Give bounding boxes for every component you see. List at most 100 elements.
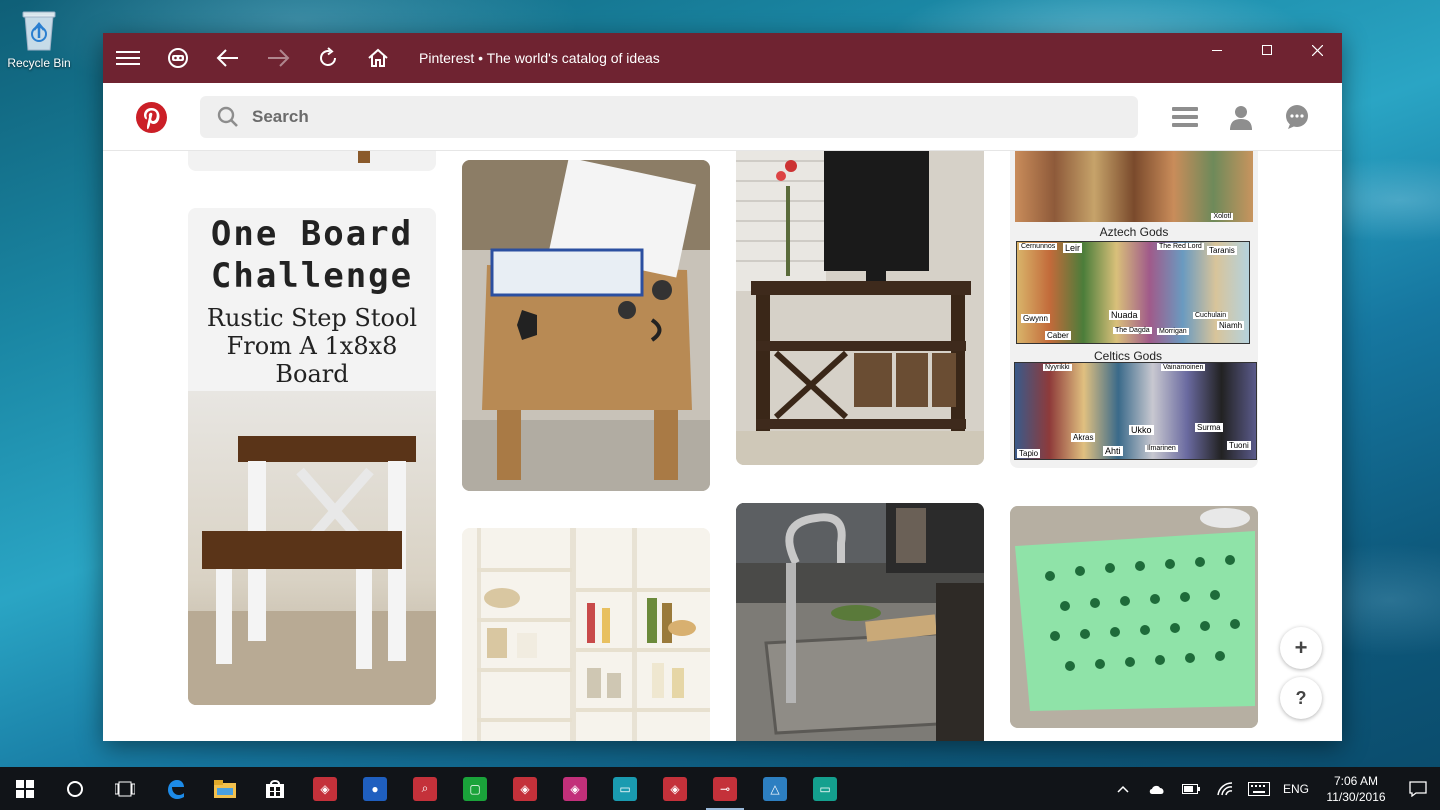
language-indicator[interactable]: ENG (1276, 767, 1316, 810)
action-center-button[interactable] (1396, 767, 1440, 810)
god-name-label: Surma (1195, 423, 1223, 432)
cortana-button[interactable] (50, 767, 100, 810)
taskbar-app[interactable]: ▭ (600, 767, 650, 810)
taskbar-store[interactable] (250, 767, 300, 810)
taskbar-edge[interactable] (150, 767, 200, 810)
search-bar[interactable] (200, 96, 1138, 138)
cortana-icon (67, 780, 83, 797)
pin-image-step-stool (188, 391, 436, 705)
messages-button[interactable] (1280, 101, 1314, 133)
app-red-3-icon: ◈ (663, 776, 687, 801)
close-icon (1311, 44, 1323, 56)
forward-button[interactable] (253, 33, 303, 83)
system-tray: ENG 7:06 AM 11/30/2016 (1106, 767, 1440, 810)
god-name-label: Akras (1071, 433, 1096, 442)
taskbar-app[interactable]: ◈ (500, 767, 550, 810)
pin-card-tv-stand[interactable] (736, 151, 984, 465)
bot-button[interactable] (153, 33, 203, 83)
start-icon (16, 779, 34, 798)
god-name-label: Tapio (1017, 449, 1041, 458)
pin-image-gods-row1: Xolotl (1015, 151, 1253, 222)
pin-card-kitchen-sink[interactable] (736, 503, 984, 741)
clock[interactable]: 7:06 AM 11/30/2016 (1316, 773, 1396, 805)
god-name-label: The Red Lord (1157, 243, 1204, 250)
help-button[interactable]: ? (1280, 677, 1322, 719)
pin-card-pantry[interactable] (462, 528, 710, 741)
battery-button[interactable] (1174, 767, 1208, 810)
pin-caption-aztec: Aztech Gods (1099, 225, 1169, 239)
god-name-label: Ahti (1103, 446, 1123, 456)
search-input[interactable] (252, 107, 1052, 127)
taskbar-app[interactable]: ▭ (800, 767, 850, 810)
god-name-label: Ukko (1129, 425, 1154, 435)
pin-subtitle-2: From A 1x8x8 Board (226, 332, 398, 388)
taskbar-app[interactable]: △ (750, 767, 800, 810)
profile-button[interactable] (1224, 101, 1258, 133)
god-name-label: Leir (1063, 243, 1083, 253)
keyboard-icon (1248, 781, 1270, 796)
taskbar-app[interactable]: ● (350, 767, 400, 810)
keyboard-button[interactable] (1242, 767, 1276, 810)
file-explorer-icon (214, 779, 236, 798)
maximize-button[interactable] (1242, 33, 1292, 67)
menu-icon (116, 51, 140, 65)
taskbar-file-explorer[interactable] (200, 767, 250, 810)
pin-image-pantry (462, 528, 710, 741)
taskbar-app[interactable]: ◈ (300, 767, 350, 810)
pin-image-cooler (462, 160, 710, 491)
god-name-label: Caber (1045, 331, 1071, 340)
pinterest-window: Pinterest • The world's catalog of ideas (103, 33, 1342, 741)
taskbar-app-pinterest[interactable]: ⊸ (700, 767, 750, 810)
show-hidden-icons-button[interactable] (1106, 767, 1140, 810)
recycle-bin-shortcut[interactable]: Recycle Bin (4, 8, 74, 70)
menu-list-button[interactable] (1168, 101, 1202, 133)
task-view-button[interactable] (100, 767, 150, 810)
app-teal-icon: ▭ (613, 776, 637, 801)
cloud-icon (1149, 785, 1164, 794)
god-name-label: Nyyrikki (1043, 364, 1072, 371)
god-name-label: Vainamoinen (1161, 364, 1206, 371)
wifi-button[interactable] (1208, 767, 1242, 810)
app-search-icon: ⌕ (413, 776, 437, 801)
add-pin-button[interactable]: + (1280, 627, 1322, 669)
recycle-bin-icon (20, 8, 58, 52)
pinterest-header (103, 83, 1342, 151)
pinterest-p-icon (144, 108, 160, 130)
back-button[interactable] (203, 33, 253, 83)
window-controls (1192, 33, 1342, 67)
app-drop-icon: ● (363, 776, 387, 801)
bot-icon (168, 48, 188, 68)
app-pink-icon: ◈ (563, 776, 587, 801)
pin-card-gods-comic[interactable]: Xolotl Aztech Gods Cernunnos Leir The Re… (1010, 151, 1258, 468)
app-blue-icon: △ (763, 776, 787, 801)
taskbar-app[interactable]: ▢ (450, 767, 500, 810)
pin-card-step-stool[interactable]: One Board Challenge Rustic Step Stool Fr… (188, 208, 436, 705)
pin-card-foam-mat[interactable] (1010, 506, 1258, 728)
app-red-2-icon: ◈ (513, 776, 537, 801)
menu-button[interactable] (103, 33, 153, 83)
taskbar-app[interactable]: ⌕ (400, 767, 450, 810)
title-bar: Pinterest • The world's catalog of ideas (103, 33, 1342, 83)
pin-subtitle-1: Rustic Step Stool (206, 304, 418, 332)
pin-caption-celtic: Celtics Gods (1093, 349, 1163, 363)
onedrive-button[interactable] (1140, 767, 1174, 810)
pin-card-partial[interactable] (188, 151, 436, 171)
god-name-label: Niamh (1217, 321, 1245, 330)
clock-date: 11/30/2016 (1326, 789, 1386, 804)
refresh-button[interactable] (303, 33, 353, 83)
close-button[interactable] (1292, 33, 1342, 67)
pin-image-foam-mat (1010, 506, 1258, 728)
list-icon (1172, 107, 1198, 127)
taskbar-app[interactable]: ◈ (650, 767, 700, 810)
pin-card-cooler[interactable] (462, 160, 710, 491)
pin-feed: One Board Challenge Rustic Step Stool Fr… (103, 151, 1342, 741)
edge-icon (168, 779, 184, 799)
app-teal-2-icon: ▭ (813, 776, 837, 801)
pinterest-logo[interactable] (136, 102, 167, 133)
start-button[interactable] (0, 767, 50, 810)
home-button[interactable] (353, 33, 403, 83)
taskbar-app[interactable]: ◈ (550, 767, 600, 810)
minimize-button[interactable] (1192, 33, 1242, 67)
pin-image-kitchen-sink (736, 503, 984, 741)
app-green-icon: ▢ (463, 776, 487, 801)
